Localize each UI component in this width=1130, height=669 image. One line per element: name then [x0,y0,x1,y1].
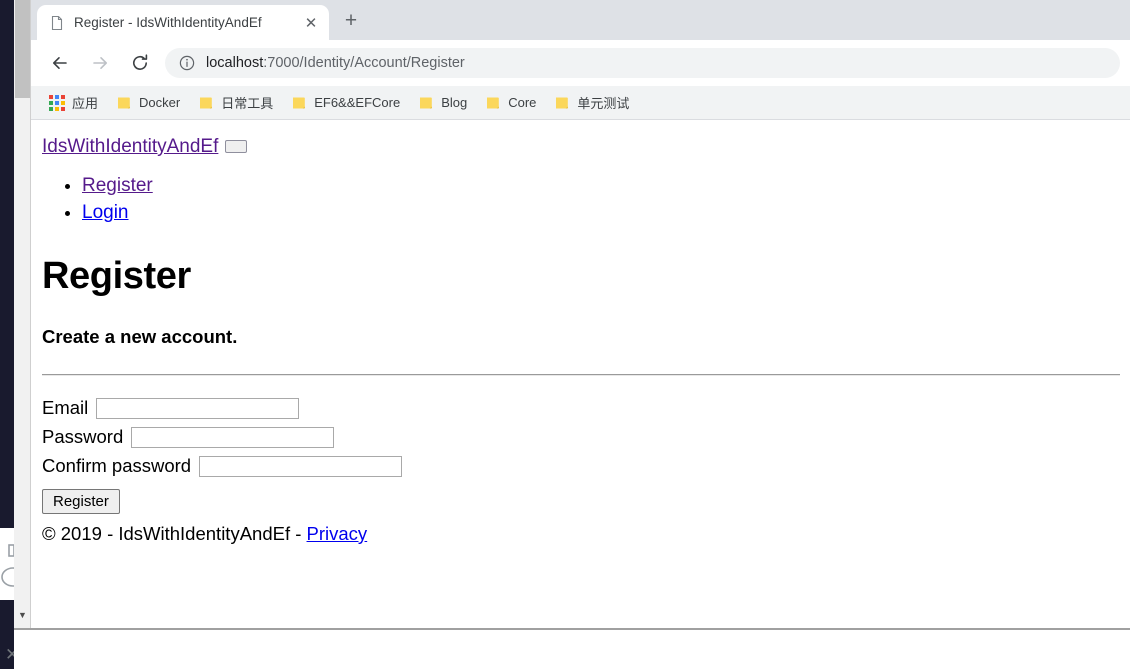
form-row-email: Email [42,396,1120,421]
email-label: Email [42,397,89,419]
url-host: localhost [206,55,264,71]
tab-strip: Register - IdsWithIdentityAndEf ✕ + [31,0,1130,40]
nav-list: Register Login [42,173,1120,227]
bookmark-label: 日常工具 [221,96,274,111]
nav-item-login: Login [82,200,1120,227]
bookmark-label: Docker [139,95,181,110]
folder-icon [554,95,570,111]
folder-icon [198,95,214,111]
forward-button [85,48,115,78]
register-form: Email Password Confirm password Register [42,396,1120,514]
bookmark-daily-tools[interactable]: 日常工具 [192,91,279,115]
below-window-strip [14,630,1130,669]
scrollbar-down-arrow-icon[interactable]: ▼ [14,607,31,624]
footer-copyright: © 2019 - IdsWithIdentityAndEf - [42,522,307,544]
site-info-icon[interactable] [178,54,196,72]
navbar-toggler-button[interactable] [225,140,248,154]
reload-button[interactable] [125,48,155,78]
bookmark-blog[interactable]: Blog [412,91,473,115]
bookmark-ef6-efcore[interactable]: EF6&&EFCore [285,91,406,115]
folder-icon [291,95,307,111]
folder-icon [116,95,132,111]
bookmarks-bar: 应用 Docker 日常工具 EF6&&EFCore Blog Core 单元测… [31,86,1130,120]
browser-toolbar: localhost:7000/Identity/Account/Register [31,40,1130,86]
nav-link-login[interactable]: Login [82,202,129,223]
page-viewport: IdsWithIdentityAndEf Register Login Regi… [31,120,1130,628]
form-divider [42,373,1120,376]
bookmark-label: 应用 [72,96,99,111]
bookmark-label: Blog [441,95,468,110]
register-submit-button[interactable]: Register [42,488,120,514]
privacy-link[interactable]: Privacy [307,523,368,544]
brand-link[interactable]: IdsWithIdentityAndEf [42,136,218,157]
confirm-password-input[interactable] [199,455,403,477]
nav-link-register[interactable]: Register [82,175,153,196]
bookmark-unit-test[interactable]: 单元测试 [548,91,635,115]
navbar: IdsWithIdentityAndEf [42,120,1120,159]
browser-window: Register - IdsWithIdentityAndEf ✕ + loca… [31,0,1130,628]
thumbs-up-icon[interactable] [0,536,14,558]
bookmark-label: 单元测试 [577,96,630,111]
page-icon [49,15,65,31]
url-path: :7000/Identity/Account/Register [263,55,465,71]
comment-icon[interactable] [0,566,14,588]
new-tab-button[interactable]: + [337,7,365,35]
tab-title: Register - IdsWithIdentityAndEf [74,15,262,30]
section-subtitle: Create a new account. [42,325,238,347]
bookmark-core[interactable]: Core [479,91,542,115]
password-input[interactable] [131,426,335,448]
form-row-confirm-password: Confirm password [42,454,1120,479]
address-bar-url: localhost:7000/Identity/Account/Register [206,55,465,71]
apps-grid-icon [49,94,65,111]
tab-close-icon[interactable]: ✕ [299,11,323,35]
bookmark-label: EF6&&EFCore [314,95,401,110]
address-bar[interactable]: localhost:7000/Identity/Account/Register [165,48,1120,78]
folder-icon [485,95,501,111]
tab-register[interactable]: Register - IdsWithIdentityAndEf ✕ [37,5,329,40]
bookmark-apps[interactable]: 应用 [43,91,104,115]
page-footer: © 2019 - IdsWithIdentityAndEf - Privacy [42,523,1120,545]
confirm-password-label: Confirm password [42,455,192,477]
email-input[interactable] [96,397,300,419]
page-scrollbar-thumb[interactable] [15,0,30,98]
page-title: Register [42,254,191,297]
bookmark-label: Core [508,95,537,110]
form-row-password: Password [42,425,1120,450]
nav-item-register: Register [82,173,1120,200]
bookmark-docker[interactable]: Docker [110,91,186,115]
password-label: Password [42,426,124,448]
back-button[interactable] [45,48,75,78]
folder-icon [418,95,434,111]
